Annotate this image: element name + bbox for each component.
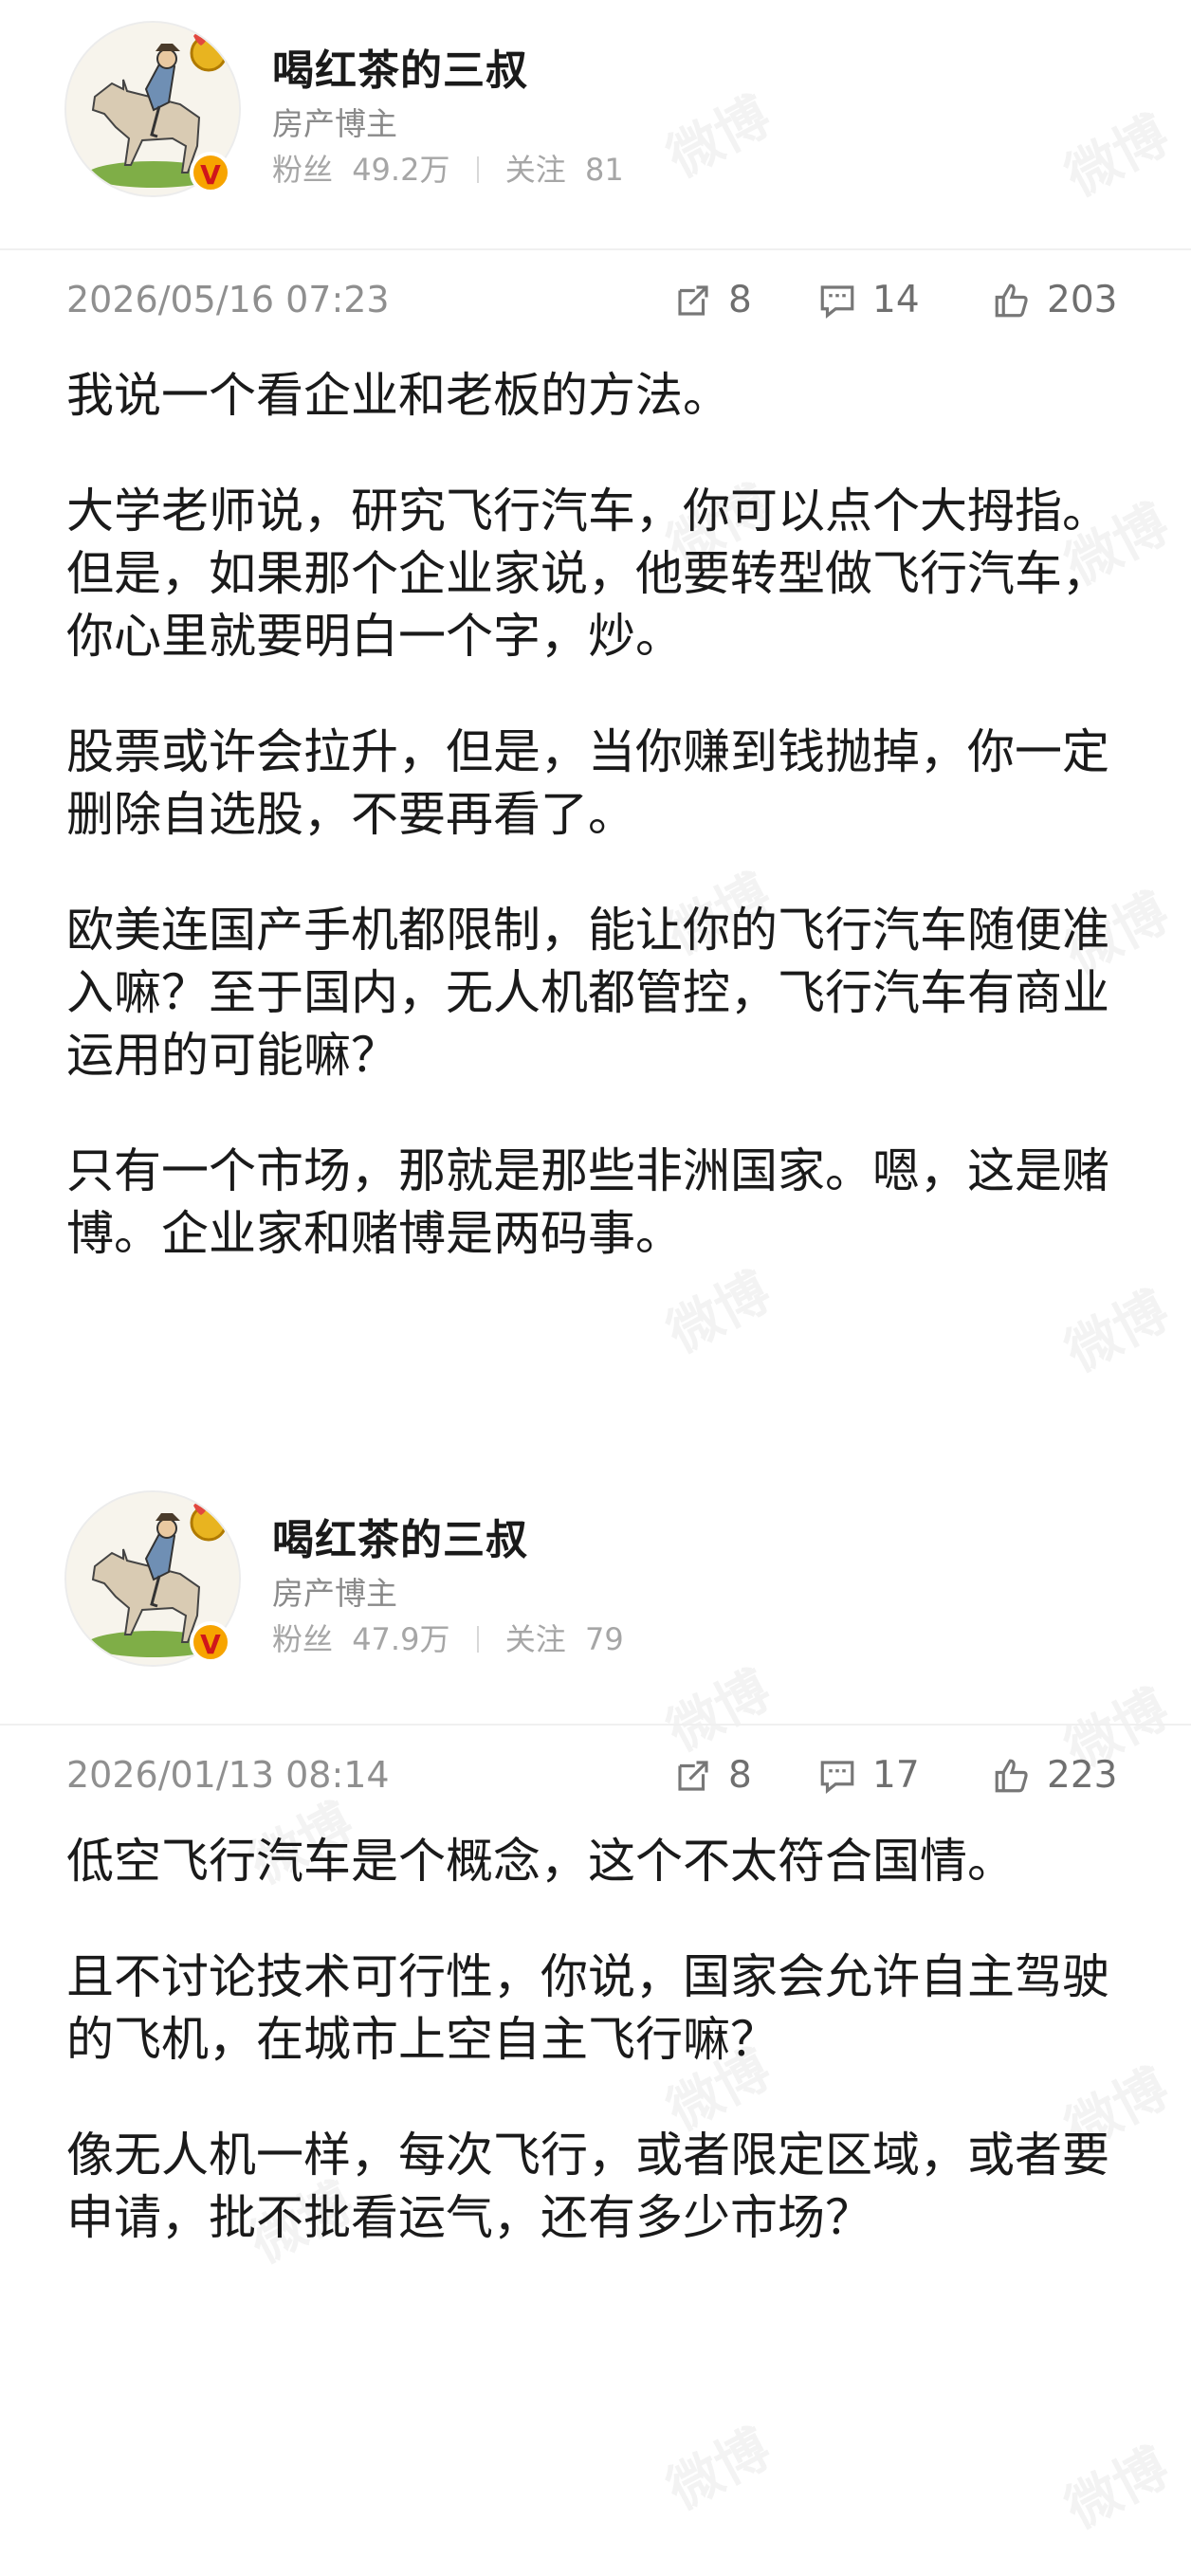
paragraph: 像无人机一样，每次飞行，或者限定区域，或者要申请，批不批看运气，还有多少市场？ bbox=[66, 2128, 1109, 2245]
comment-icon bbox=[820, 1760, 854, 1794]
author-role: 房产博主 bbox=[272, 1575, 397, 1612]
post-date: 2026/05/16 07:23 bbox=[66, 279, 390, 320]
repost-icon bbox=[678, 1760, 708, 1791]
post-content: 低空飞行汽车是个概念，这个不太符合国情。 且不讨论技术可行性，你说，国家会允许自… bbox=[66, 1830, 1119, 2302]
stats-divider bbox=[476, 156, 479, 183]
follow-label: 关注 bbox=[504, 152, 566, 188]
fans-label: 粉丝 bbox=[272, 1621, 334, 1657]
post-card: V 喝红茶的三叔 房产博主 粉丝 49.2万 关注 81 2026/05/16 … bbox=[0, 0, 1191, 1261]
author-stats: 粉丝 47.9万 关注 79 bbox=[272, 1616, 624, 1659]
author-stats: 粉丝 49.2万 关注 81 bbox=[272, 146, 624, 190]
like-icon bbox=[995, 283, 1028, 317]
verified-badge-icon: V bbox=[190, 1621, 231, 1663]
repost-icon bbox=[678, 284, 708, 316]
author-name[interactable]: 喝红茶的三叔 bbox=[272, 36, 528, 97]
fans-count: 47.9万 bbox=[352, 1621, 450, 1657]
post-content: 我说一个看企业和老板的方法。 大学老师说，研究飞行汽车，你可以点个大拇指。但是，… bbox=[66, 364, 1119, 1318]
like-count: 223 bbox=[1047, 1754, 1118, 1797]
comment-count: 14 bbox=[872, 279, 920, 321]
repost-button[interactable]: 8 bbox=[673, 1754, 752, 1797]
comment-count: 17 bbox=[872, 1754, 920, 1797]
like-button[interactable]: 223 bbox=[992, 1754, 1117, 1797]
fans-label: 粉丝 bbox=[272, 152, 334, 188]
watermark: 微博 bbox=[1051, 2425, 1181, 2543]
author-header: V 喝红茶的三叔 房产博主 粉丝 49.2万 关注 81 bbox=[0, 0, 1191, 197]
paragraph: 我说一个看企业和老板的方法。 bbox=[66, 368, 730, 423]
post-date: 2026/01/13 08:14 bbox=[66, 1754, 390, 1796]
paragraph: 且不讨论技术可行性，你说，国家会允许自主驾驶的飞机，在城市上空自主飞行嘛？ bbox=[66, 1949, 1109, 2067]
like-button[interactable]: 203 bbox=[992, 279, 1117, 321]
follow-count: 79 bbox=[584, 1621, 624, 1657]
paragraph: 欧美连国产手机都限制，能让你的飞行汽车随便准入嘛？至于国内，无人机都管控，飞行汽… bbox=[66, 903, 1109, 1083]
comment-button[interactable]: 14 bbox=[817, 279, 920, 321]
author-header: V 喝红茶的三叔 房产博主 粉丝 47.9万 关注 79 bbox=[0, 1475, 1191, 1667]
author-role: 房产博主 bbox=[272, 105, 397, 142]
stats-divider bbox=[476, 1626, 479, 1653]
follow-count: 81 bbox=[584, 152, 624, 188]
repost-count: 8 bbox=[728, 279, 752, 321]
divider bbox=[0, 248, 1191, 250]
fans-count: 49.2万 bbox=[352, 152, 450, 188]
like-icon bbox=[995, 1759, 1028, 1792]
author-name[interactable]: 喝红茶的三叔 bbox=[272, 1506, 528, 1566]
post-card: V 喝红茶的三叔 房产博主 粉丝 47.9万 关注 79 2026/01/13 … bbox=[0, 1475, 1191, 2245]
follow-label: 关注 bbox=[504, 1621, 566, 1657]
like-count: 203 bbox=[1047, 279, 1118, 321]
post-meta: 2026/05/16 07:23 8 14 203 bbox=[0, 273, 1191, 330]
comment-icon bbox=[820, 284, 854, 319]
repost-button[interactable]: 8 bbox=[673, 279, 752, 321]
paragraph: 股票或许会拉升，但是，当你赚到钱抛掉，你一定删除自选股，不要再看了。 bbox=[66, 724, 1109, 842]
watermark: 微博 bbox=[652, 2406, 782, 2524]
paragraph: 大学老师说，研究飞行汽车，你可以点个大拇指。但是，如果那个企业家说，他要转型做飞… bbox=[66, 484, 1109, 664]
paragraph: 只有一个市场，那就是那些非洲国家。嗯，这是赌博。企业家和赌博是两码事。 bbox=[66, 1143, 1109, 1261]
verified-badge-icon: V bbox=[190, 152, 231, 193]
post-meta: 2026/01/13 08:14 8 17 223 bbox=[0, 1748, 1191, 1805]
repost-count: 8 bbox=[728, 1754, 752, 1797]
comment-button[interactable]: 17 bbox=[817, 1754, 920, 1797]
paragraph: 低空飞行汽车是个概念，这个不太符合国情。 bbox=[66, 1834, 1015, 1889]
divider bbox=[0, 1724, 1191, 1726]
